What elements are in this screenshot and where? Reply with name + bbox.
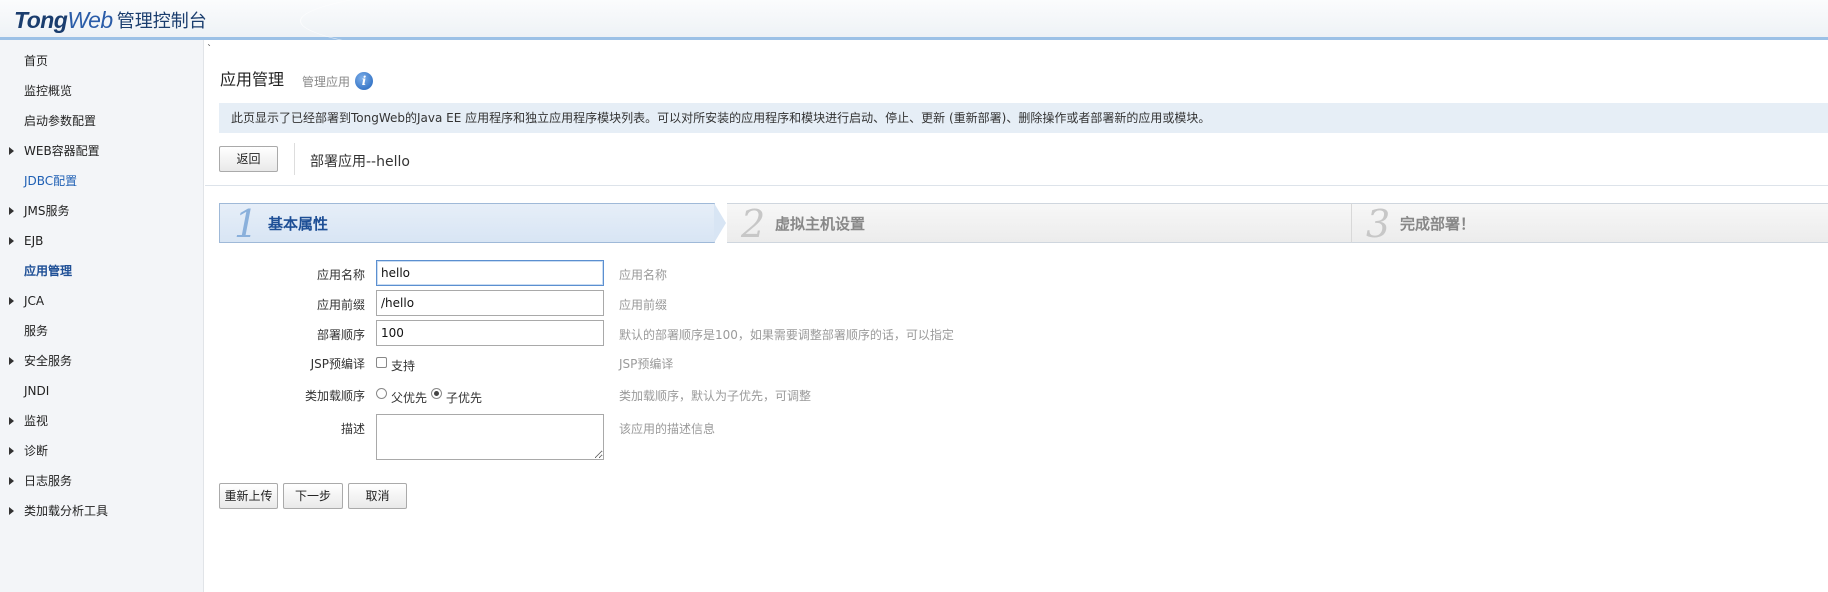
sidebar-item-classloader-tool[interactable]: 类加载分析工具 bbox=[0, 496, 203, 526]
expand-arrow-icon[interactable] bbox=[9, 297, 14, 305]
child-first-radio[interactable] bbox=[431, 388, 442, 399]
step-label: 完成部署！ bbox=[1400, 215, 1476, 233]
sidebar-item-label: 类加载分析工具 bbox=[24, 504, 109, 518]
sidebar-item-ejb[interactable]: EJB bbox=[0, 226, 203, 256]
app-name-hint: 应用名称 bbox=[619, 268, 668, 282]
sidebar-item-diagnosis[interactable]: 诊断 bbox=[0, 436, 203, 466]
sidebar-item-label: JNDI bbox=[24, 384, 50, 398]
parent-first-option[interactable]: 父优先 bbox=[391, 389, 427, 406]
sidebar-item-home[interactable]: 首页 bbox=[0, 46, 203, 76]
app-prefix-hint: 应用前缀 bbox=[619, 298, 668, 312]
expand-arrow-icon[interactable] bbox=[9, 237, 14, 245]
sidebar-item-label: JCA bbox=[24, 294, 45, 308]
sidebar-item-monitor-overview[interactable]: 监控概览 bbox=[0, 76, 203, 106]
description-hint: 该应用的描述信息 bbox=[619, 422, 716, 436]
main-content: ` 应用管理 管理应用 i 此页显示了已经部署到TongWeb的Java EE … bbox=[205, 40, 1828, 592]
expand-arrow-icon[interactable] bbox=[9, 207, 14, 215]
sidebar-item-jms[interactable]: JMS服务 bbox=[0, 196, 203, 226]
parent-first-radio[interactable] bbox=[376, 388, 387, 399]
sidebar-item-log-service[interactable]: 日志服务 bbox=[0, 466, 203, 496]
deploy-title: 部署应用--hello bbox=[310, 154, 410, 170]
expand-arrow-icon[interactable] bbox=[9, 447, 14, 455]
page-subtitle: 管理应用 bbox=[302, 75, 351, 89]
deploy-order-hint: 默认的部署顺序是100，如果需要调整部署顺序的话，可以指定 bbox=[619, 328, 954, 342]
sidebar-item-label: 监控概览 bbox=[24, 84, 73, 98]
sidebar-item-label: 首页 bbox=[24, 54, 49, 68]
page-title: 应用管理 bbox=[220, 70, 285, 89]
sidebar-item-web-container[interactable]: WEB容器配置 bbox=[0, 136, 203, 166]
expand-arrow-icon[interactable] bbox=[9, 147, 14, 155]
jsp-precompile-label: JSP预编译 bbox=[310, 357, 365, 371]
top-header: TongWeb 管理控制台 bbox=[0, 0, 1828, 82]
app-name-label: 应用名称 bbox=[316, 268, 365, 282]
sidebar-item-jdbc[interactable]: JDBC配置 bbox=[0, 166, 203, 196]
sidebar-item-label: 诊断 bbox=[24, 444, 49, 458]
expand-arrow-icon[interactable] bbox=[9, 507, 14, 515]
sidebar-item-label: 应用管理 bbox=[24, 264, 73, 278]
app-prefix-input[interactable] bbox=[376, 290, 604, 316]
sidebar-item-startup-params[interactable]: 启动参数配置 bbox=[0, 106, 203, 136]
step-number: 2 bbox=[741, 202, 766, 246]
sidebar-item-jca[interactable]: JCA bbox=[0, 286, 203, 316]
logo: TongWeb 管理控制台 bbox=[14, 4, 207, 36]
jsp-precompile-hint: JSP预编译 bbox=[619, 357, 674, 371]
sidebar-item-jndi[interactable]: JNDI bbox=[0, 376, 203, 406]
expand-arrow-icon[interactable] bbox=[9, 477, 14, 485]
step-number: 3 bbox=[1366, 202, 1391, 246]
sidebar-item-label: WEB容器配置 bbox=[24, 144, 100, 158]
logo-suffix: 管理控制台 bbox=[116, 11, 207, 32]
classloader-order-hint: 类加载顺序，默认为子优先，可调整 bbox=[619, 389, 812, 403]
stray-mark: ` bbox=[207, 44, 212, 55]
sidebar-item-label: JDBC配置 bbox=[24, 174, 78, 188]
sidebar-item-app-management[interactable]: 应用管理 bbox=[0, 256, 203, 286]
jsp-precompile-option[interactable]: 支持 bbox=[391, 357, 415, 374]
cancel-button[interactable]: 取消 bbox=[348, 483, 407, 509]
sidebar-item-label: 监视 bbox=[24, 414, 49, 428]
sidebar: 首页 监控概览 启动参数配置 WEB容器配置 JDBC配置 JMS服务 EJB … bbox=[0, 40, 204, 592]
wizard-steps: 1 基本属性 2 虚拟主机设置 3 完成部署！ bbox=[219, 203, 1828, 245]
child-first-option[interactable]: 子优先 bbox=[446, 389, 482, 406]
step-label: 虚拟主机设置 bbox=[775, 215, 866, 233]
reupload-button[interactable]: 重新上传 bbox=[219, 483, 278, 509]
expand-arrow-icon[interactable] bbox=[9, 357, 14, 365]
logo-brand-tong: Tong bbox=[14, 6, 68, 33]
app-name-input[interactable] bbox=[376, 260, 604, 286]
jsp-precompile-checkbox[interactable] bbox=[376, 357, 387, 368]
step-number: 1 bbox=[234, 202, 259, 246]
sidebar-item-label: EJB bbox=[24, 234, 44, 248]
logo-brand: TongWeb bbox=[14, 7, 113, 34]
sidebar-item-label: JMS服务 bbox=[24, 204, 70, 218]
sidebar-item-label: 启动参数配置 bbox=[24, 114, 97, 128]
next-button[interactable]: 下一步 bbox=[283, 483, 343, 509]
deploy-order-label: 部署顺序 bbox=[316, 328, 365, 342]
sidebar-item-label: 安全服务 bbox=[24, 354, 73, 368]
sidebar-item-label: 日志服务 bbox=[24, 474, 73, 488]
classloader-order-label: 类加载顺序 bbox=[304, 389, 365, 403]
wizard-step-3: 3 完成部署！ bbox=[1351, 202, 1828, 246]
description-textarea[interactable] bbox=[376, 414, 604, 460]
sidebar-item-label: 服务 bbox=[24, 324, 49, 338]
sidebar-item-services[interactable]: 服务 bbox=[0, 316, 203, 346]
deploy-order-input[interactable] bbox=[376, 320, 604, 346]
info-icon[interactable]: i bbox=[355, 72, 373, 90]
app-prefix-label: 应用前缀 bbox=[316, 298, 365, 312]
back-button[interactable]: 返回 bbox=[219, 146, 278, 172]
step-chevron bbox=[714, 203, 726, 243]
sidebar-item-watch[interactable]: 监视 bbox=[0, 406, 203, 436]
description-label: 描述 bbox=[340, 422, 365, 436]
description-bar: 此页显示了已经部署到TongWeb的Java EE 应用程序和独立应用程序模块列… bbox=[219, 103, 1828, 133]
wizard-step-2: 2 虚拟主机设置 bbox=[727, 202, 1351, 246]
wizard-step-1: 1 基本属性 bbox=[219, 202, 715, 246]
toolbar-divider bbox=[294, 143, 295, 175]
step-label: 基本属性 bbox=[268, 215, 329, 233]
expand-arrow-icon[interactable] bbox=[9, 417, 14, 425]
logo-brand-web: Web bbox=[67, 6, 113, 33]
sidebar-item-security[interactable]: 安全服务 bbox=[0, 346, 203, 376]
section-divider bbox=[205, 185, 1828, 186]
